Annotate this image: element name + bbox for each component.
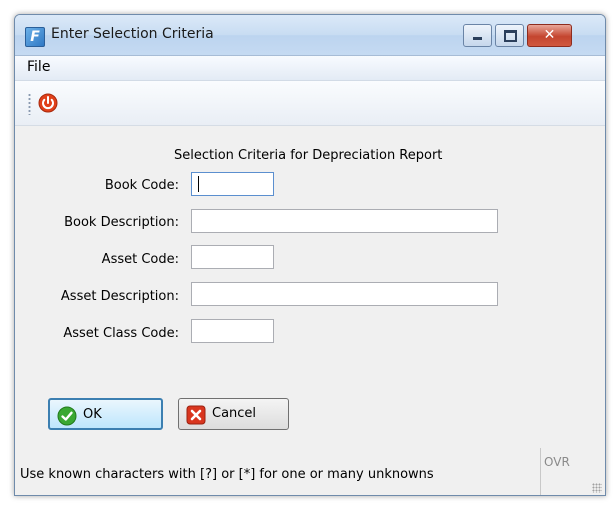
cancel-x-icon [186,405,206,425]
menu-bar: File [15,56,605,81]
cancel-button[interactable]: Cancel [178,398,289,430]
book-description-input[interactable] [191,209,498,233]
status-divider [540,448,541,495]
app-icon: F [25,27,45,47]
close-button[interactable]: ✕ [527,24,572,47]
check-icon [57,406,77,426]
maximize-icon [504,30,517,42]
menu-file[interactable]: File [24,59,53,75]
asset-code-label: Asset Code: [101,252,179,267]
text-caret [198,176,199,192]
status-bar: Use known characters with [?] or [*] for… [15,448,605,495]
close-icon: ✕ [543,27,556,43]
cancel-label: Cancel [212,406,257,421]
power-icon [38,93,58,113]
maximize-button[interactable] [495,24,524,47]
overwrite-mode-indicator: OVR [544,455,570,469]
minimize-icon [473,37,482,40]
status-message: Use known characters with [?] or [*] for… [20,467,434,482]
book-code-label: Book Code: [104,178,179,193]
asset-code-input[interactable] [191,245,274,269]
asset-class-code-label: Asset Class Code: [63,326,179,341]
exit-button[interactable] [35,90,61,116]
minimize-button[interactable] [463,24,492,47]
asset-description-label: Asset Description: [60,289,179,304]
asset-description-input[interactable] [191,282,498,306]
ok-button[interactable]: OK [48,398,163,430]
toolbar-grip[interactable] [28,93,31,115]
selection-criteria-window: F Enter Selection Criteria ✕ File Select… [14,14,606,496]
window-title: Enter Selection Criteria [51,26,214,42]
asset-class-code-input[interactable] [191,319,274,343]
resize-grip-icon[interactable] [592,483,602,493]
book-description-label: Book Description: [64,215,179,230]
book-code-input[interactable] [191,172,274,196]
toolbar [15,81,605,126]
title-bar[interactable]: F Enter Selection Criteria ✕ [15,15,605,56]
ok-label: OK [83,407,102,422]
